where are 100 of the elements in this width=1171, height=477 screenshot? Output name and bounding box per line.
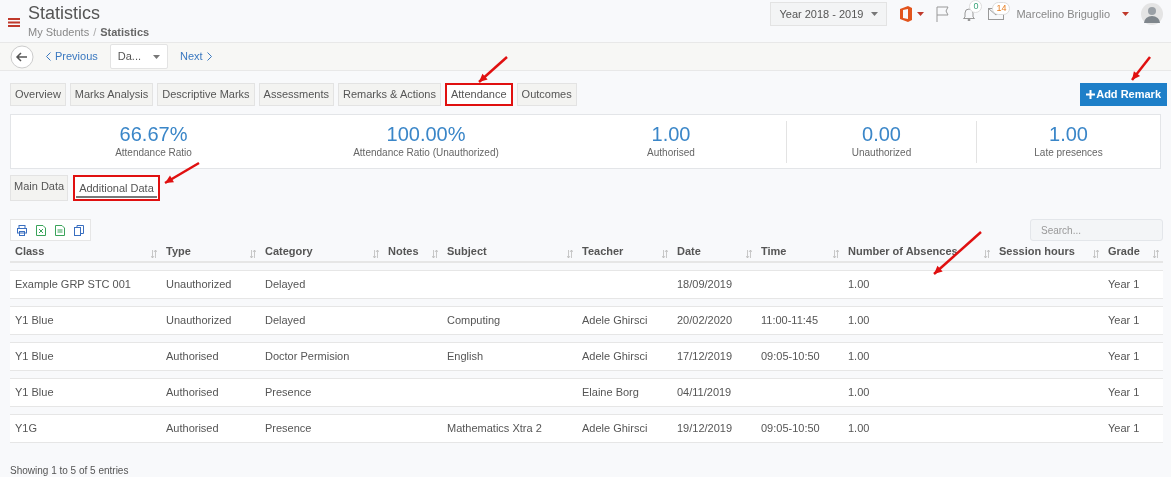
stat-label: Authorised <box>647 146 695 160</box>
table-cell: Year 1 <box>1103 342 1163 370</box>
stat-value: 1.00 <box>1049 123 1088 145</box>
table-cell: 18/09/2019 <box>672 270 756 298</box>
table-cell: Year 1 <box>1103 270 1163 298</box>
tab[interactable]: Marks Analysis <box>69 83 154 106</box>
sort-icon <box>746 250 752 258</box>
table-cell: 1.00 <box>843 378 994 406</box>
column-header[interactable]: Number of Absences <box>843 242 994 262</box>
table-cell: Delayed <box>260 306 383 334</box>
table-cell: Unauthorized <box>161 270 260 298</box>
entries-info: Showing 1 to 5 of 5 entries <box>10 463 130 477</box>
avatar-icon <box>1141 3 1163 25</box>
stat-label: Attendance Ratio (Unauthorized) <box>353 146 499 160</box>
table-cell: Y1 Blue <box>10 306 161 334</box>
column-header[interactable]: Type <box>161 242 260 262</box>
sort-icon <box>1093 250 1099 258</box>
print-button[interactable] <box>14 224 30 236</box>
table-cell: Authorised <box>161 414 260 442</box>
sort-icon <box>662 250 668 258</box>
column-header[interactable]: Class <box>10 242 161 262</box>
column-header[interactable]: Date <box>672 242 756 262</box>
previous-link[interactable]: Previous <box>46 48 98 65</box>
column-header[interactable]: Grade <box>1103 242 1163 262</box>
table-cell: Adele Ghirsci <box>577 342 672 370</box>
tab[interactable]: Outcomes <box>516 83 577 106</box>
stat-value: 66.67% <box>119 123 188 145</box>
table-cell: 1.00 <box>843 342 994 370</box>
table-cell: 1.00 <box>843 414 994 442</box>
tab[interactable]: Descriptive Marks <box>157 83 255 106</box>
stat-value: 100.00% <box>386 123 466 145</box>
sort-icon <box>833 250 839 258</box>
copy-icon <box>74 224 84 236</box>
table-cell: 1.00 <box>843 270 994 298</box>
column-header[interactable]: Subject <box>442 242 577 262</box>
table-cell: Y1G <box>10 414 161 442</box>
breadcrumb-link[interactable]: My Students <box>28 24 90 41</box>
menu-icon <box>8 16 20 28</box>
table-cell: 1.00 <box>843 306 994 334</box>
sort-icon <box>567 250 573 258</box>
table-cell: 17/12/2019 <box>672 342 756 370</box>
sort-icon <box>1153 250 1159 258</box>
table-cell: Year 1 <box>1103 378 1163 406</box>
tab[interactable]: Remarks & Actions <box>338 83 441 106</box>
sort-icon <box>432 250 438 258</box>
stat-value: 1.00 <box>651 123 691 145</box>
caret-icon <box>1122 12 1129 16</box>
caret-icon <box>917 12 925 16</box>
document-button[interactable] <box>52 224 68 236</box>
stat-label: Unauthorized <box>851 146 912 160</box>
sort-icon <box>373 250 379 258</box>
table-cell: Presence <box>260 378 383 406</box>
table-cell: Computing <box>442 306 577 334</box>
table-cell: 20/02/2020 <box>672 306 756 334</box>
table-cell: Year 1 <box>1103 414 1163 442</box>
sub-tab[interactable]: Additional Data <box>73 175 160 201</box>
stat-label: Late presences <box>1034 146 1103 160</box>
add-remark-button[interactable]: Add Remark <box>1080 83 1167 106</box>
caret-icon <box>153 54 161 59</box>
table-cell: Adele Ghirsci <box>577 414 672 442</box>
annotation-arrow <box>1131 56 1151 81</box>
tab[interactable]: Assessments <box>258 83 335 106</box>
table-cell: 19/12/2019 <box>672 414 756 442</box>
document-icon <box>55 224 65 236</box>
spreadsheet-button[interactable] <box>33 224 49 236</box>
tab[interactable]: Overview <box>10 83 66 106</box>
sort-icon <box>151 250 157 258</box>
page-title: Statistics <box>28 2 102 24</box>
chevron-right-icon <box>206 52 212 61</box>
sub-tab[interactable]: Main Data <box>10 175 69 201</box>
search-field[interactable]: Search... <box>1030 219 1163 241</box>
column-header[interactable]: Session hours <box>994 242 1103 262</box>
caret-icon <box>871 12 879 16</box>
date-select[interactable]: Da... <box>109 44 169 69</box>
column-header[interactable]: Category <box>260 242 383 262</box>
table-cell: Doctor Permision <box>260 342 383 370</box>
spreadsheet-icon <box>36 224 46 236</box>
table-cell: Adele Ghirsci <box>577 306 672 334</box>
column-header[interactable]: Time <box>756 242 843 262</box>
stat-value: 0.00 <box>862 123 901 145</box>
user-name[interactable]: Marcelino Briguglio <box>1016 5 1110 23</box>
office-icon <box>899 6 914 22</box>
column-header[interactable]: Notes <box>383 242 442 262</box>
table-cell: Y1 Blue <box>10 342 161 370</box>
table-cell: Presence <box>260 414 383 442</box>
tab[interactable]: Attendance <box>444 83 513 106</box>
count-badge: 14 <box>992 2 1011 15</box>
table-cell: Unauthorized <box>161 306 260 334</box>
table-cell: 04/11/2019 <box>672 378 756 406</box>
plus-icon <box>1086 90 1096 99</box>
sort-icon <box>250 250 256 258</box>
chevron-left-icon <box>46 52 51 61</box>
table-cell: 11:00-11:45 <box>756 306 843 334</box>
column-header[interactable]: Teacher <box>577 242 672 262</box>
table-cell: 09:05-10:50 <box>756 414 843 442</box>
table-cell: Year 1 <box>1103 306 1163 334</box>
next-link[interactable]: Next <box>180 48 212 65</box>
year-select[interactable]: Year 2018 - 2019 <box>770 2 888 26</box>
annotation-arrow <box>478 56 508 83</box>
copy-button[interactable] <box>71 224 87 236</box>
